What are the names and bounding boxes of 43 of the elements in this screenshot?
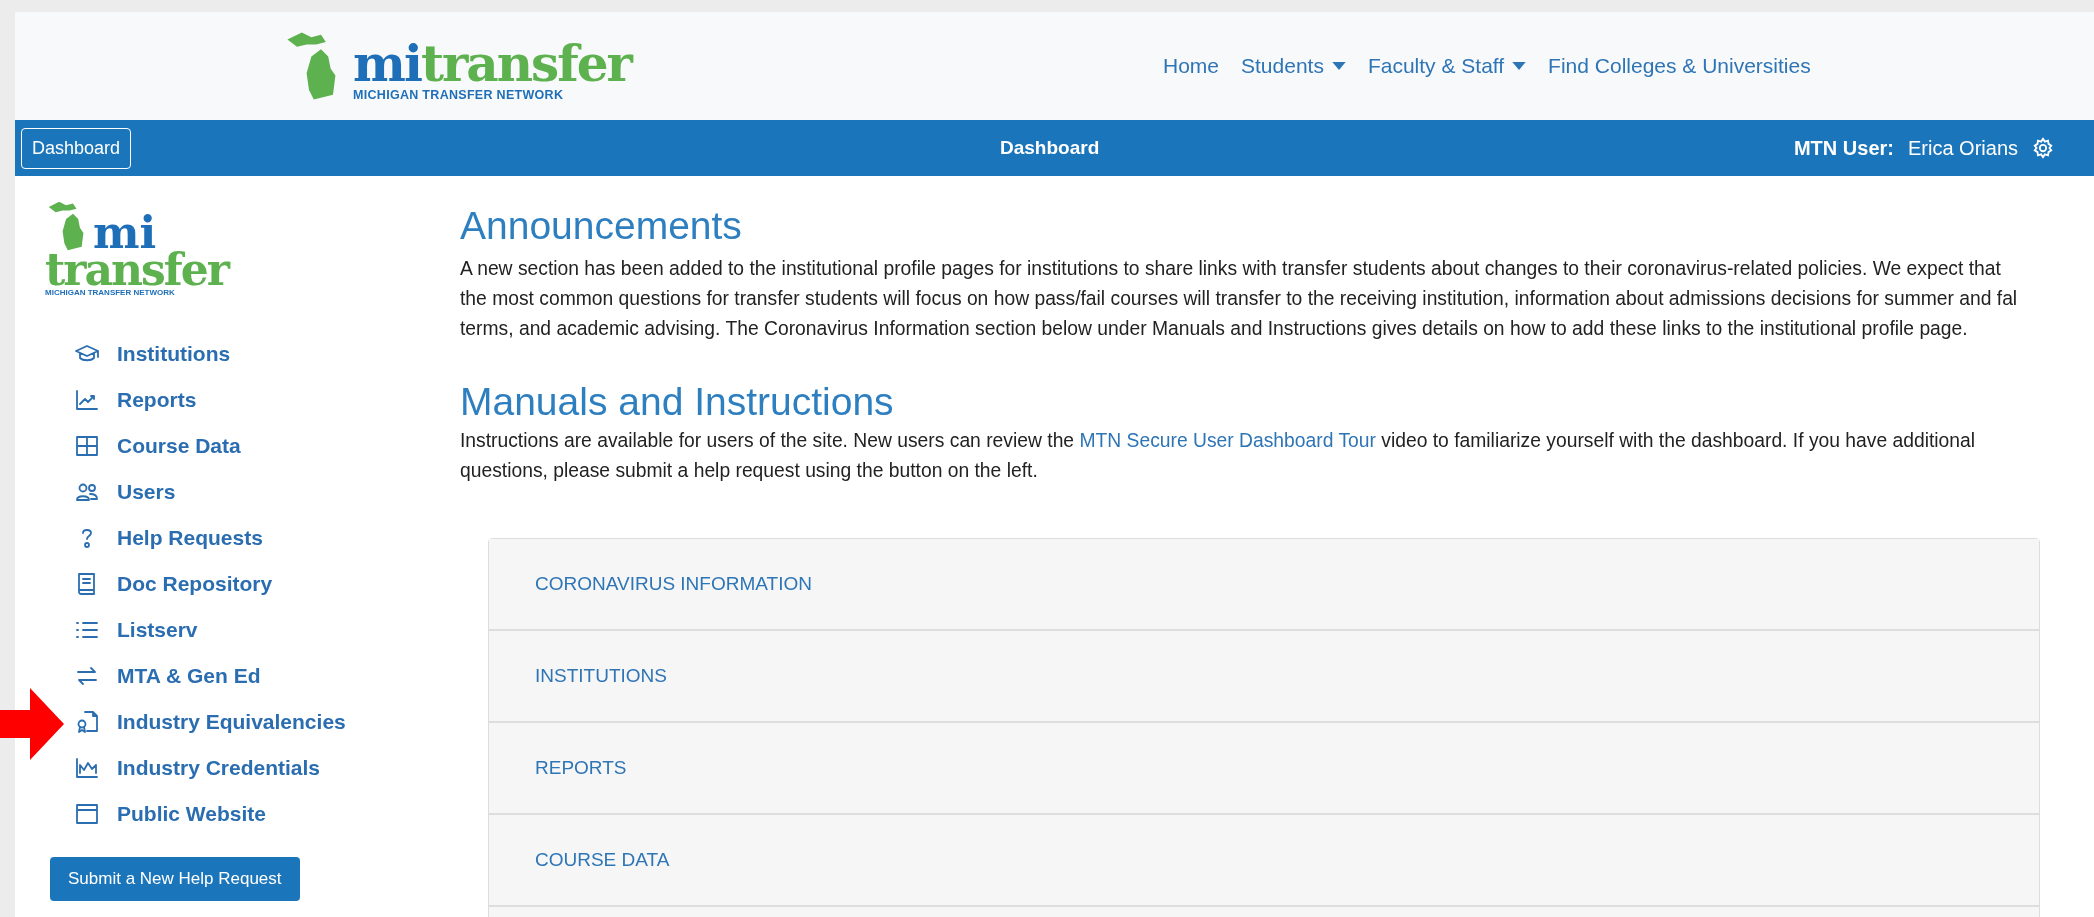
nav-link[interactable]: Home [1163, 54, 1220, 78]
accordion-header[interactable]: CORONAVIRUS INFORMATION [489, 539, 2039, 631]
logo-wordmark: transfer [45, 252, 231, 288]
sidebar-link[interactable]: Institutions [117, 342, 231, 366]
sidebar-link[interactable]: Reports [117, 388, 197, 412]
caret-icon [1331, 62, 1346, 70]
sidebar-link[interactable]: Users [117, 480, 176, 504]
area-chart-icon [75, 756, 99, 780]
line-chart-icon [75, 388, 99, 412]
tour-video-link[interactable]: MTN Secure User Dashboard Tour [1079, 430, 1376, 451]
dashboard-button[interactable]: Dashboard [21, 127, 132, 169]
sidebar-link[interactable]: Listserv [117, 618, 198, 642]
logo-tagline: MICHIGAN TRANSFER NETWORK [45, 288, 176, 297]
accordion-header[interactable]: COURSE DATA [489, 815, 2039, 907]
sidebar-link[interactable]: Doc Repository [117, 572, 273, 596]
accordion-header[interactable]: INSTITUTIONS [489, 631, 2039, 723]
caret-icon [1512, 62, 1527, 70]
page-title: Dashboard [1000, 137, 1100, 159]
table-icon [75, 434, 99, 458]
sidebar-link[interactable]: MTA & Gen Ed [117, 664, 261, 688]
sidebar-link[interactable]: Public Website [117, 802, 266, 826]
window-icon [75, 802, 99, 826]
certificate-icon [75, 710, 99, 734]
nav-link[interactable]: Students [1241, 54, 1346, 78]
instructions-paragraph: Instructions are available for users of the site. New users can review the MTN Secure User Dashboard Tour video to familiarize yourself with the dashboard. If you have additional questions, please submit a help request using the button on the left. [460, 429, 1977, 483]
section-heading: Announcements [460, 204, 743, 248]
logo-tagline: MICHIGAN TRANSFER NETWORK [353, 88, 565, 102]
sidebar-link[interactable]: Industry Equivalencies [117, 710, 346, 734]
sidebar-link[interactable]: Course Data [117, 434, 241, 458]
section-heading: Manuals and Instructions [460, 380, 895, 424]
logo-wordmark: mitransfer [353, 40, 631, 88]
logo-wordmark: mi [93, 214, 157, 252]
arrows-icon [75, 664, 99, 688]
sidebar-link[interactable]: Help Requests [117, 526, 263, 550]
settings-icon[interactable] [2032, 137, 2054, 159]
user-label: MTN User: [1793, 136, 1894, 160]
nav-link[interactable]: Find Colleges & Universities [1548, 54, 1811, 78]
accordion-header[interactable]: REPORTS [489, 723, 2039, 815]
user-name: Erica Orians [1907, 136, 2018, 160]
announcement-paragraph: A new section has been added to the institutional profile pages for institutions to share links with transfer students about changes to their coronavirus-related policies. We expect that the most common questions for transfer students will focus on how pass/fail courses will transfer to the receiving institution, information about admissions decisions for summer and fal terms, and academic advising. The Coronavirus Information section below under Manuals and Instructions gives details on how to add these links to the institutional profile page. [460, 257, 2019, 341]
nav-link[interactable]: Faculty & Staff [1367, 54, 1527, 78]
submit-help-request-button[interactable]: Submit a New Help Request [50, 857, 300, 901]
sidebar-link[interactable]: Industry Credentials [117, 756, 321, 780]
